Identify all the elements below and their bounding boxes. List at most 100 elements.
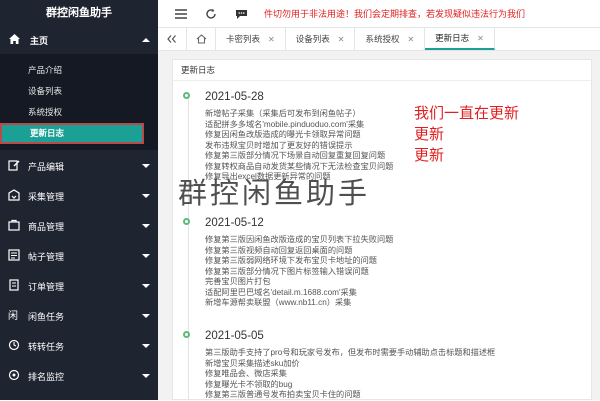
tabs-scroll-left-button[interactable] [158,28,187,50]
sidebar-item-system-auth[interactable]: 系统授权 [0,102,158,123]
sidebar-menu-orders[interactable]: 订单管理 [0,272,158,300]
timeline-dot-icon [183,331,190,338]
log-item: 新增帖子采集（采集后可发布到闲鱼帖子） [205,109,361,118]
sidebar-item-update-log[interactable]: 更新日志 [0,123,144,144]
log-item: 完善宝贝图片打包 [205,277,271,286]
app-title: 群控闲鱼助手 [46,7,112,19]
log-item: 适配阿里巴巴域名'detail.m.1688.com'采集 [205,287,357,297]
sidebar-menu-rank-monitor[interactable]: 排名监控 [0,362,158,390]
entry-date: 2021-05-28 [205,91,264,103]
sidebar-menu-zhuanzhuan-task[interactable]: 转转任务 [0,332,158,360]
log-item: 适配拼多多域名'mobile.pinduoduo.com'采集 [205,119,365,129]
menu-toggle-icon[interactable] [174,7,188,21]
entry-date: 2021-05-05 [205,330,264,342]
close-icon[interactable]: ✕ [268,35,275,44]
close-icon[interactable]: ✕ [407,35,414,44]
sidebar-menu-product-edit[interactable]: 产品编辑 [0,152,158,180]
chevron-up-icon [142,38,150,42]
log-item: 修复因闲鱼改版造成的曝光卡领取异常问题 [205,130,361,139]
sidebar-menu-label: 转转任务 [28,341,65,352]
sidebar-menu-label: 采集管理 [28,191,65,202]
sidebar-item-product-intro[interactable]: 产品介绍 [0,60,158,81]
home-icon [8,33,24,47]
edit-icon [8,159,22,173]
post-icon [8,249,22,263]
timeline-entry: 2021-05-12 修复第三版因闲鱼改版造成的宝贝列表下拉失败问题 修复第三版… [183,216,581,309]
svg-text:闲: 闲 [8,309,18,321]
entry-date: 2021-05-12 [205,217,264,229]
annotation-line: 更新 [414,148,445,164]
close-icon[interactable]: ✕ [477,34,484,43]
log-item: 修复第三版因闲鱼改版造成的宝贝列表下拉失败问题 [205,235,394,244]
tab-card-list[interactable]: 卡密列表 ✕ [216,28,286,50]
chevron-down-icon [142,254,150,258]
sidebar-menu-collect[interactable]: 采集管理 [0,182,158,210]
timeline-dot-icon [183,92,190,99]
sidebar-menu-label: 帖子管理 [28,251,65,262]
tab-device-list[interactable]: 设备列表 ✕ [286,28,356,50]
log-item: 修复第三版部分情况下场景自动回复重复回复问题 [205,151,386,160]
sidebar-menu-home[interactable]: 主页 [0,26,158,54]
log-item: 发布违规宝贝时增加了更友好的错误提示 [205,140,353,150]
tab-system-auth[interactable]: 系统授权 ✕ [355,28,426,50]
log-item: 新增车源帮卖联盟（www.nb11.cn）采集 [205,298,352,307]
order-icon [8,279,22,293]
chevron-down-icon [142,374,150,378]
tab-label: 设备列表 [295,34,330,44]
annotation-line: 我们一直在更新 [414,106,520,122]
log-item: 修复第三版普通号发布拍卖宝贝卡住的问题 [205,390,361,399]
refresh-icon[interactable] [204,7,218,21]
tab-label: 更新日志 [435,33,470,43]
zhuanzhuan-task-icon [8,339,22,353]
log-item: 修复第三版视频自动回复返回桌面的问题 [205,245,353,255]
chevron-down-icon [142,344,150,348]
timeline-entry: 2021-05-05 第三版助手支持了pro号和玩家号发布，但发布时需要手动辅助… [183,329,581,401]
chevron-down-icon [142,194,150,198]
main-content: 更新日志 2021-05-28 新增帖子采集（采集后可发布到闲鱼帖子） 适配拼多… [158,51,600,400]
tab-label: 卡密列表 [226,34,261,44]
log-item: 修复曝光卡不领取的bug [205,379,293,389]
chevron-down-icon [142,284,150,288]
chevron-down-icon [142,314,150,318]
top-bar: 件切勿用于非法用途！我们会定期排查，若发现疑似违法行为我们 [158,0,600,28]
tab-update-log[interactable]: 更新日志 ✕ [425,28,495,50]
tabs-bar: 卡密列表 ✕ 设备列表 ✕ 系统授权 ✕ 更新日志 ✕ [158,28,600,51]
tab-home[interactable] [187,28,216,50]
sidebar-menu-label: 闲鱼任务 [28,311,65,322]
sidebar-submenu-home: 产品介绍 设备列表 系统授权 更新日志 [0,54,158,150]
fish-task-icon: 闲 [8,309,22,323]
sidebar-menu-label: 商品管理 [28,221,65,232]
close-icon[interactable]: ✕ [338,35,345,44]
sidebar-menu-goods[interactable]: 商品管理 [0,212,158,240]
log-item: 修复第三版部分情况下图片标签输入错误问题 [205,266,369,276]
notice-text: 件切勿用于非法用途！我们会定期排查，若发现疑似违法行为我们 [264,9,526,19]
card-title: 更新日志 [173,60,591,81]
sidebar-menu-label: 排名监控 [28,371,65,382]
collect-icon [8,189,22,203]
chevron-down-icon [142,164,150,168]
sidebar-menu-fish-task[interactable]: 闲 闲鱼任务 [0,302,158,330]
sidebar-menu-label: 产品编辑 [28,161,65,172]
log-item: 修复唯品会、微店采集 [205,369,287,378]
goods-icon [8,219,22,233]
double-chevron-left-icon [167,35,176,43]
sidebar-menu-label: 订单管理 [28,281,65,292]
watermark: 群控闲鱼助手 [178,178,371,210]
home-outline-icon [196,34,206,44]
annotation-line: 更新 [414,127,445,143]
chat-icon[interactable] [234,7,248,21]
sidebar-menu-posts[interactable]: 帖子管理 [0,242,158,270]
log-item: 第三版助手支持了pro号和玩家号发布，但发布时需要手动辅助点击标题和描述框 [205,348,496,357]
chevron-down-icon [142,224,150,228]
sidebar-menu-home-label: 主页 [30,35,49,46]
rank-monitor-icon [8,369,22,383]
timeline-entry: 2021-05-28 新增帖子采集（采集后可发布到闲鱼帖子） 适配拼多多域名'm… [183,90,581,183]
tab-label: 系统授权 [365,34,400,44]
log-item: 修复第三版弱网络环境下发布宝贝卡地址的问题 [205,256,377,265]
timeline-dot-icon [183,218,190,225]
sidebar: 群控闲鱼助手 主页 产品介绍 设备列表 系统授权 更新日志 产品编辑 采集管理 … [0,0,158,400]
log-item: 新增宝贝采集描述sku加价 [205,358,300,368]
update-timeline: 2021-05-28 新增帖子采集（采集后可发布到闲鱼帖子） 适配拼多多域名'm… [183,86,581,399]
annotation-overlay: 我们一直在更新 更新 更新 [414,104,519,167]
sidebar-item-device-list[interactable]: 设备列表 [0,81,158,102]
